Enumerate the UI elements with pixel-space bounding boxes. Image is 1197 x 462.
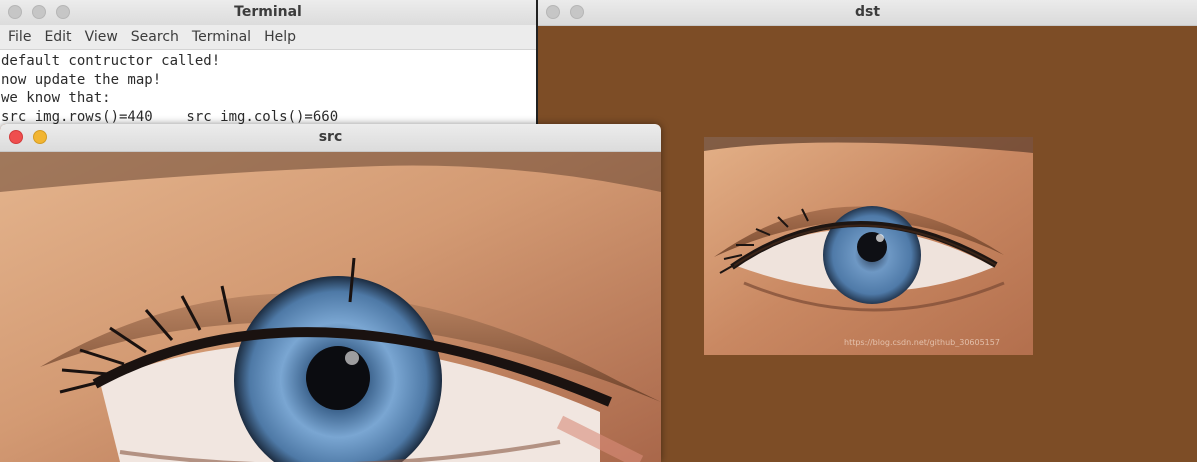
terminal-line: we know that: bbox=[1, 90, 111, 106]
menu-view[interactable]: View bbox=[80, 29, 126, 45]
menu-file[interactable]: File bbox=[3, 29, 39, 45]
terminal-output[interactable]: default contructor called! now update th… bbox=[1, 52, 536, 130]
dst-watermark: https://blog.csdn.net/github_30605157 bbox=[844, 338, 1000, 347]
dst-eye-image: https://blog.csdn.net/github_30605157 bbox=[704, 137, 1033, 355]
terminal-menubar: File Edit View Search Terminal Help bbox=[0, 25, 536, 50]
terminal-title: Terminal bbox=[234, 4, 302, 20]
terminal-line: default contructor called! bbox=[1, 53, 221, 69]
menu-search[interactable]: Search bbox=[126, 29, 187, 45]
dst-title: dst bbox=[854, 4, 881, 20]
menu-terminal[interactable]: Terminal bbox=[187, 29, 259, 45]
menu-help[interactable]: Help bbox=[259, 29, 304, 45]
src-window[interactable]: src bbox=[0, 124, 661, 462]
terminal-line: now update the map! bbox=[1, 71, 162, 88]
terminal-window[interactable]: Terminal File Edit View Search Terminal … bbox=[0, 0, 536, 130]
src-title: src bbox=[318, 129, 343, 145]
dst-titlebar[interactable]: dst bbox=[538, 0, 1197, 26]
src-titlebar[interactable]: src bbox=[0, 124, 661, 152]
menu-edit[interactable]: Edit bbox=[39, 29, 79, 45]
src-eye-image bbox=[0, 152, 661, 462]
terminal-titlebar[interactable]: Terminal bbox=[0, 0, 536, 26]
